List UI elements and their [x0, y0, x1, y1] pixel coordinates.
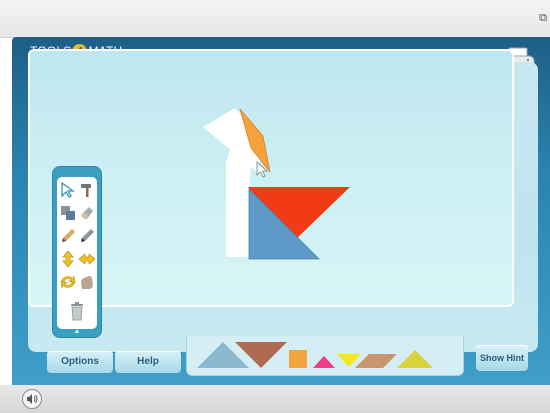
- flip-vertical-icon[interactable]: [59, 250, 77, 268]
- toolbox: ▲: [52, 166, 102, 338]
- group-shapes-icon[interactable]: [59, 204, 77, 222]
- restore-window-icon[interactable]: ⧉: [538, 12, 548, 23]
- tray-square-orange[interactable]: [289, 350, 307, 368]
- help-button[interactable]: Help: [115, 351, 181, 373]
- tray-parallelogram-brown[interactable]: [355, 354, 397, 368]
- tray-medium-triangle-yellow[interactable]: [397, 350, 433, 368]
- toolbox-tools: [57, 177, 97, 329]
- bottom-bar: [0, 385, 550, 413]
- hammer-icon[interactable]: [78, 181, 96, 199]
- window-title-bar: ⧉: [0, 0, 550, 38]
- options-button[interactable]: Options: [47, 351, 113, 373]
- flip-horizontal-icon[interactable]: [78, 250, 96, 268]
- pencil-icon[interactable]: [59, 227, 77, 245]
- rotate-icon[interactable]: [59, 273, 77, 291]
- glove-icon[interactable]: [78, 273, 96, 291]
- eraser-icon[interactable]: [78, 204, 96, 222]
- tray-small-triangle-yellow[interactable]: [337, 354, 361, 367]
- trash-icon[interactable]: [68, 301, 86, 321]
- tray-small-triangle-pink[interactable]: [313, 356, 335, 368]
- toolbox-collapse-icon[interactable]: ▲: [53, 328, 101, 336]
- show-hint-button[interactable]: Show Hint: [476, 345, 528, 371]
- pen-icon[interactable]: [78, 227, 96, 245]
- speaker-icon[interactable]: [22, 389, 42, 409]
- select-arrow-icon[interactable]: [59, 181, 77, 199]
- piece-tray: [186, 336, 464, 376]
